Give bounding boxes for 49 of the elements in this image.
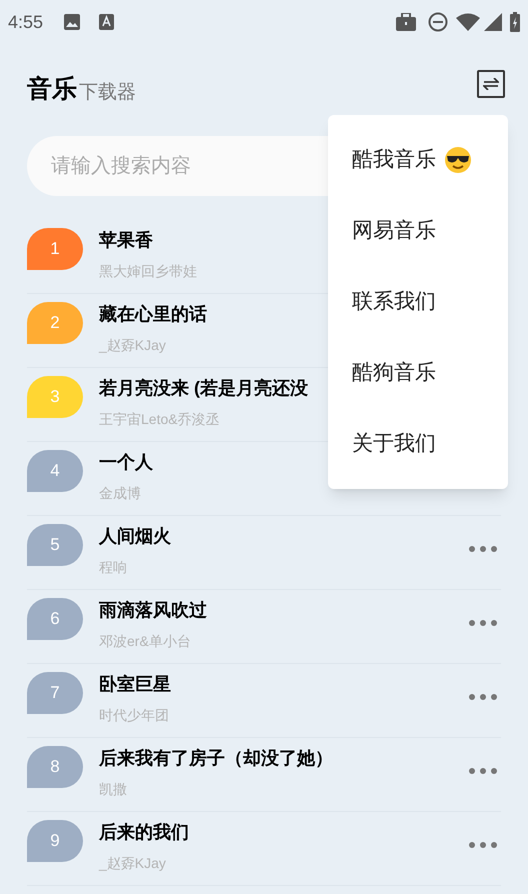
app-subtitle: 下载器 xyxy=(79,83,136,102)
song-title: 藏在心里的话 xyxy=(99,303,207,326)
song-title: 苹果香 xyxy=(99,229,153,252)
more-options-button[interactable] xyxy=(469,840,497,850)
artist-name: 程响 xyxy=(99,558,127,576)
menu-item[interactable]: 关于我们 xyxy=(328,408,508,479)
more-options-button[interactable] xyxy=(469,766,497,776)
rank-badge: 4 xyxy=(27,450,83,492)
artist-name: 黑大婶回乡带娃 xyxy=(99,262,197,280)
rank-badge: 9 xyxy=(27,820,83,862)
song-title: 一个人 xyxy=(99,451,153,474)
more-options-button[interactable] xyxy=(469,692,497,702)
battery-icon xyxy=(510,12,520,32)
menu-item[interactable]: 联系我们 xyxy=(328,266,508,337)
sunglasses-face-icon xyxy=(444,146,472,174)
song-title: 卧室巨星 xyxy=(99,673,171,696)
rank-badge: 2 xyxy=(27,302,83,344)
rank-badge: 6 xyxy=(27,598,83,640)
more-options-button[interactable] xyxy=(469,618,497,628)
app-title: 音乐 xyxy=(27,77,77,102)
rank-badge: 5 xyxy=(27,524,83,566)
wifi-icon xyxy=(456,13,480,31)
artist-name: 邓波er&单小台 xyxy=(99,632,191,650)
swap-arrows-icon xyxy=(483,78,499,90)
rank-badge: 1 xyxy=(27,228,83,270)
menu-item[interactable]: 酷狗音乐 xyxy=(328,337,508,408)
artist-name: _赵孬KJay xyxy=(99,336,166,354)
artist-name: 凯撒 xyxy=(99,780,127,798)
artist-name: 王宇宙Leto&乔浚丞 xyxy=(99,410,220,428)
song-title: 后来的我们 xyxy=(99,821,189,844)
briefcase-icon xyxy=(396,13,416,31)
song-title: 人间烟火 xyxy=(99,525,171,548)
artist-name: 金成博 xyxy=(99,484,141,502)
image-icon xyxy=(63,13,82,31)
rank-badge: 3 xyxy=(27,376,83,418)
rank-badge: 8 xyxy=(27,746,83,788)
keyboard-badge-icon xyxy=(99,14,114,30)
switch-source-button[interactable] xyxy=(477,70,505,98)
artist-name: 时代少年团 xyxy=(99,706,169,724)
song-title: 雨滴落风吹过 xyxy=(99,599,207,622)
artist-name: _赵孬KJay xyxy=(99,854,166,872)
menu-item[interactable]: 网易音乐 xyxy=(328,195,508,266)
more-options-button[interactable] xyxy=(469,544,497,554)
status-time: 4:55 xyxy=(8,10,44,34)
do-not-disturb-icon xyxy=(428,12,448,32)
song-title: 若月亮没来 (若是月亮还没 xyxy=(99,377,308,400)
song-title: 后来我有了房子（却没了她） xyxy=(99,747,333,770)
signal-icon xyxy=(484,13,502,31)
rank-badge: 7 xyxy=(27,672,83,714)
